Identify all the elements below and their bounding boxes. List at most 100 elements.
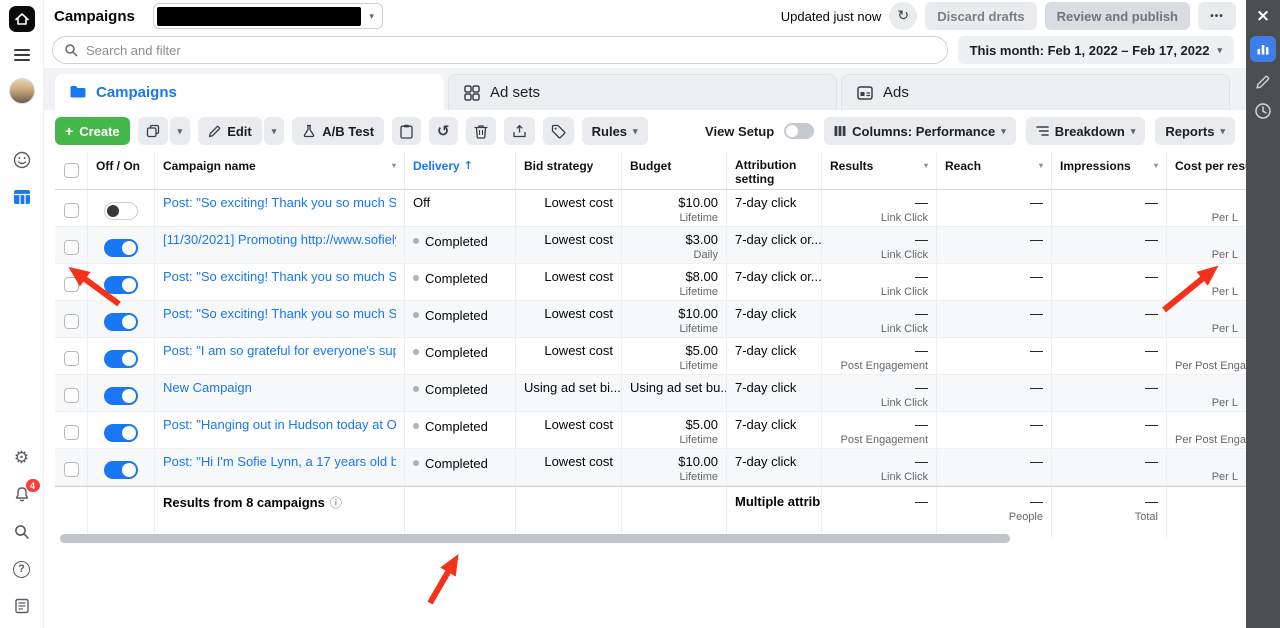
home-button[interactable] [9, 6, 35, 32]
date-range-selector[interactable]: This month: Feb 1, 2022 – Feb 17, 2022 ▾ [958, 36, 1234, 64]
horizontal-scrollbar[interactable] [60, 534, 1010, 543]
sidebar-search-button[interactable] [9, 520, 35, 544]
delete-button[interactable] [466, 117, 496, 145]
search-filter-bar[interactable] [52, 36, 948, 64]
info-icon[interactable]: ⓘ [330, 496, 342, 510]
more-options-button[interactable]: ••• [1198, 2, 1236, 30]
table-body: Post: "So exciting! Thank you so much Sp… [55, 190, 1246, 486]
ads-icon [856, 84, 874, 102]
duplicate-dropdown-button[interactable]: ▾ [170, 117, 191, 145]
row-checkbox[interactable] [64, 314, 79, 329]
chevron-down-icon: ▾ [1154, 159, 1158, 170]
row-checkbox[interactable] [64, 425, 79, 440]
export-button[interactable] [504, 117, 535, 145]
table-row[interactable]: Post: "So exciting! Thank you so much Sp… [55, 264, 1246, 301]
tab-ad-sets[interactable]: Ad sets [448, 74, 837, 110]
user-avatar[interactable] [9, 78, 35, 104]
column-header-bid-strategy[interactable]: Bid strategy [516, 152, 622, 189]
reach-value: — [945, 380, 1043, 395]
account-selector[interactable]: ▾ [153, 3, 383, 29]
ab-test-button[interactable]: A/B Test [292, 117, 384, 145]
column-header-campaign-name[interactable]: Campaign name▾ [155, 152, 405, 189]
campaign-name-link[interactable]: Post: "So exciting! Thank you so much Sp… [163, 306, 396, 321]
column-header-attribution[interactable]: Attribution setting [727, 152, 822, 189]
tab-ads[interactable]: Ads [841, 74, 1230, 110]
campaign-name-link[interactable]: Post: "So exciting! Thank you so much Sp… [163, 269, 396, 284]
create-button[interactable]: + Create [55, 117, 130, 145]
campaign-on-off-toggle[interactable] [104, 424, 138, 442]
campaign-on-off-toggle[interactable] [104, 239, 138, 257]
reports-button[interactable]: Reports ▾ [1155, 117, 1235, 145]
campaign-name-link[interactable]: Post: "I am so grateful for everyone's s… [163, 343, 396, 358]
duplicate-button[interactable] [138, 117, 168, 145]
history-panel-button[interactable] [1254, 102, 1272, 120]
edit-panel-button[interactable] [1255, 74, 1271, 90]
view-setup-toggle[interactable] [784, 123, 814, 139]
campaign-name-link[interactable]: Post: "Hanging out in Hudson today at Oh… [163, 417, 396, 432]
search-input[interactable] [86, 43, 936, 58]
rules-button[interactable]: Rules ▾ [582, 117, 648, 145]
column-header-reach[interactable]: Reach▾ [937, 152, 1052, 189]
campaign-on-off-toggle[interactable] [104, 461, 138, 479]
notifications-button[interactable]: 4 [9, 483, 35, 507]
table-row[interactable]: Post: "Hi I'm Sofie Lynn, a 17 years old… [55, 449, 1246, 486]
refresh-button[interactable]: ↻ [889, 2, 917, 30]
campaigns-nav-button[interactable] [9, 185, 35, 209]
right-tool-rail: × [1246, 0, 1280, 628]
row-checkbox[interactable] [64, 388, 79, 403]
chevron-down-icon: ▾ [272, 127, 277, 136]
table-row[interactable]: Post: "So exciting! Thank you so much Sp… [55, 301, 1246, 338]
more-icon: ••• [1210, 11, 1224, 22]
campaign-on-off-toggle[interactable] [104, 387, 138, 405]
bar-chart-icon [1256, 42, 1270, 56]
select-all-checkbox[interactable] [64, 163, 79, 178]
breakdown-button[interactable]: Breakdown ▾ [1026, 117, 1146, 145]
campaign-name-link[interactable]: [11/30/2021] Promoting http://www.sofiel… [163, 232, 396, 247]
row-checkbox[interactable] [64, 240, 79, 255]
columns-button[interactable]: Columns: Performance ▾ [824, 117, 1016, 145]
table-row[interactable]: [11/30/2021] Promoting http://www.sofiel… [55, 227, 1246, 264]
campaign-on-off-toggle[interactable] [104, 350, 138, 368]
table-row[interactable]: Post: "I am so grateful for everyone's s… [55, 338, 1246, 375]
table-row[interactable]: Post: "So exciting! Thank you so much Sp… [55, 190, 1246, 227]
bid-strategy-value: Lowest cost [544, 306, 613, 321]
undo-button[interactable]: ↺ [429, 117, 458, 145]
charts-panel-button[interactable] [1250, 36, 1276, 62]
row-checkbox[interactable] [64, 462, 79, 477]
campaign-name-link[interactable]: New Campaign [163, 380, 396, 395]
campaign-name-link[interactable]: Post: "Hi I'm Sofie Lynn, a 17 years old… [163, 454, 396, 469]
close-icon[interactable]: × [1256, 8, 1270, 24]
reach-value: — [945, 232, 1043, 247]
campaign-on-off-toggle[interactable] [104, 313, 138, 331]
column-header-impressions[interactable]: Impressions▾ [1052, 152, 1167, 189]
tab-campaigns[interactable]: Campaigns [55, 74, 444, 110]
column-header-budget[interactable]: Budget [622, 152, 727, 189]
menu-button[interactable] [14, 45, 30, 65]
help-button[interactable]: ? [9, 557, 35, 581]
campaign-on-off-toggle[interactable] [104, 276, 138, 294]
column-header-cost-per-result[interactable]: Cost per resu... [1167, 152, 1246, 189]
account-overview-button[interactable] [9, 148, 35, 172]
delivery-status-dot [413, 349, 419, 355]
row-checkbox[interactable] [64, 203, 79, 218]
pencil-icon [208, 125, 221, 138]
tag-button[interactable] [543, 117, 574, 145]
settings-button[interactable]: ⚙ [9, 446, 35, 470]
row-checkbox[interactable] [64, 351, 79, 366]
review-and-publish-button[interactable]: Review and publish [1045, 2, 1190, 30]
account-selector-redacted-value [157, 7, 361, 26]
edit-dropdown-button[interactable]: ▾ [264, 117, 285, 145]
campaign-on-off-toggle[interactable] [104, 202, 138, 220]
column-header-delivery[interactable]: Delivery↑ [405, 152, 516, 189]
results-value: — [830, 306, 928, 321]
column-header-results[interactable]: Results▾ [822, 152, 937, 189]
table-row[interactable]: New Campaign Completed Using ad set bi..… [55, 375, 1246, 412]
clipboard-button[interactable] [392, 117, 421, 145]
billing-button[interactable] [9, 594, 35, 618]
edit-button[interactable]: Edit [198, 117, 262, 145]
table-row[interactable]: Post: "Hanging out in Hudson today at Oh… [55, 412, 1246, 449]
campaign-name-link[interactable]: Post: "So exciting! Thank you so much Sp… [163, 195, 396, 210]
impressions-value: — [1060, 195, 1158, 210]
discard-drafts-button[interactable]: Discard drafts [925, 2, 1036, 30]
row-checkbox[interactable] [64, 277, 79, 292]
